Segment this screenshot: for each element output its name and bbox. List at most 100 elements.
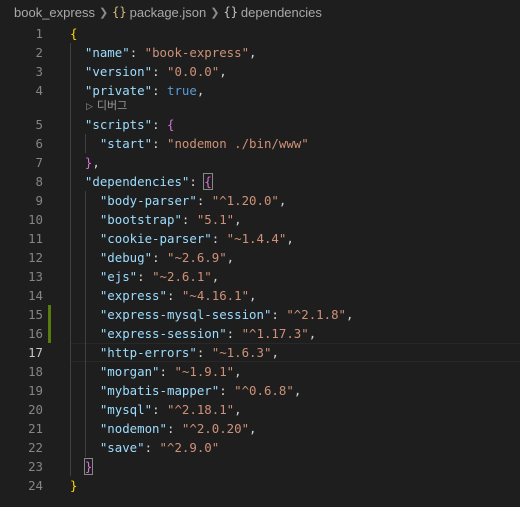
code-token: :	[152, 64, 167, 79]
code-token: "express"	[99, 288, 167, 303]
code-text: "morgan": "~1.9.1",	[70, 362, 242, 381]
code-line[interactable]: 10 "bootstrap": "5.1",	[0, 210, 520, 229]
code-token: :	[189, 174, 205, 189]
play-icon: ▷	[86, 101, 93, 111]
code-token: "book-express"	[144, 45, 250, 60]
code-token: "^2.9.0"	[159, 440, 220, 455]
breadcrumb: book_express ❯ {} package.json ❯ {} depe…	[0, 0, 520, 24]
code-text: "version": "0.0.0",	[70, 62, 227, 81]
code-text: "name": "book-express",	[70, 43, 257, 62]
line-number: 17	[28, 345, 43, 360]
code-token: "mybatis-mapper"	[99, 383, 220, 398]
code-token: "~4.16.1"	[181, 288, 250, 303]
code-token: "nodemon ./bin/www"	[166, 136, 309, 151]
code-line[interactable]: 11 "cookie-parser": "~1.4.4",	[0, 229, 520, 248]
code-text: "save": "^2.9.0"	[70, 438, 219, 457]
code-token: :	[181, 212, 197, 227]
code-token: ,	[92, 155, 100, 170]
code-line[interactable]: 23 }	[0, 457, 520, 476]
code-line[interactable]: 9 "body-parser": "^1.20.0",	[0, 191, 520, 210]
code-token: "version"	[84, 64, 153, 79]
line-number: 24	[28, 478, 43, 493]
line-number: 9	[35, 193, 43, 208]
code-token: {	[70, 26, 78, 41]
code-line[interactable]: 22 "save": "^2.9.0"	[0, 438, 520, 457]
code-line[interactable]: 18 "morgan": "~1.9.1",	[0, 362, 520, 381]
object-braces-icon: {}	[223, 5, 238, 19]
code-text: "express-session": "^1.17.3",	[70, 324, 316, 343]
line-number: 22	[28, 440, 43, 455]
code-token: "~2.6.9"	[166, 250, 227, 265]
code-line[interactable]: 19 "mybatis-mapper": "^0.6.8",	[0, 381, 520, 400]
code-token: {	[166, 117, 175, 132]
breadcrumb-file[interactable]: package.json	[130, 5, 207, 20]
json-braces-icon: {}	[112, 5, 127, 19]
code-token: "~1.6.3"	[211, 345, 272, 360]
line-number: 14	[28, 288, 43, 303]
code-token: :	[211, 231, 227, 246]
code-text: "private": true,	[70, 81, 204, 100]
code-line[interactable]: 6 "start": "nodemon ./bin/www"	[0, 134, 520, 153]
code-line[interactable]: 17 "http-errors": "~1.6.3",	[0, 343, 520, 362]
code-token: :	[152, 402, 167, 417]
code-line[interactable]: 14 "express": "~4.16.1",	[0, 286, 520, 305]
code-token: :	[219, 383, 235, 398]
code-line[interactable]: 12 "debug": "~2.6.9",	[0, 248, 520, 267]
code-line[interactable]: 24}	[0, 476, 520, 495]
code-token: ,	[293, 383, 302, 398]
code-token: "morgan"	[99, 364, 160, 379]
code-token: ,	[346, 307, 354, 322]
code-token: true	[166, 83, 197, 98]
line-number: 8	[35, 174, 43, 189]
breadcrumb-symbol[interactable]: dependencies	[241, 5, 322, 20]
line-number: 6	[35, 136, 43, 151]
code-text: "debug": "~2.6.9",	[70, 248, 234, 267]
code-line[interactable]: 20 "mysql": "^2.18.1",	[0, 400, 520, 419]
code-text: {	[70, 24, 77, 43]
code-line[interactable]: 7 },	[0, 153, 520, 172]
code-token: "private"	[84, 83, 153, 98]
code-token: :	[137, 269, 153, 284]
code-token: ,	[196, 83, 205, 98]
code-token: "express-session"	[99, 326, 227, 341]
code-line[interactable]: 2 "name": "book-express",	[0, 43, 520, 62]
line-number: 13	[28, 269, 43, 284]
code-token: "~1.9.1"	[174, 364, 235, 379]
line-number: 10	[28, 212, 43, 227]
code-token: ,	[234, 212, 242, 227]
code-text: }	[70, 457, 94, 476]
code-text: "dependencies": {	[70, 172, 213, 191]
breadcrumb-folder[interactable]: book_express	[14, 5, 95, 20]
code-token: :	[226, 326, 242, 341]
code-token: :	[196, 193, 212, 208]
code-token: :	[166, 288, 182, 303]
line-number: 7	[35, 155, 43, 170]
code-editor[interactable]: 1{2 "name": "book-express", 3 "version": …	[0, 24, 520, 507]
code-token: :	[271, 307, 287, 322]
code-token: }	[70, 478, 78, 493]
code-token: ,	[234, 364, 242, 379]
code-text: "cookie-parser": "~1.4.4",	[70, 229, 294, 248]
code-token: :	[159, 364, 175, 379]
code-token: ,	[286, 231, 294, 246]
code-line[interactable]: 8 "dependencies": {	[0, 172, 520, 191]
code-line[interactable]: 16 "express-session": "^1.17.3",	[0, 324, 520, 343]
code-line[interactable]: 21 "nodemon": "^2.0.20",	[0, 419, 520, 438]
line-number: 1	[35, 26, 43, 41]
code-token: "~1.4.4"	[226, 231, 287, 246]
code-line[interactable]: 15 "express-mysql-session": "^2.1.8",	[0, 305, 520, 324]
debug-codelens[interactable]: ▷ 디버그	[86, 99, 127, 113]
code-token: "debug"	[99, 250, 153, 265]
code-text: "scripts": {	[70, 115, 175, 134]
code-line[interactable]: 4 "private": true,	[0, 81, 520, 100]
code-token: "mysql"	[99, 402, 153, 417]
code-token: "name"	[84, 45, 130, 60]
code-line[interactable]: 5 "scripts": {	[0, 115, 520, 134]
code-line[interactable]: 1{	[0, 24, 520, 43]
line-number: 21	[28, 421, 43, 436]
line-number: 11	[28, 231, 43, 246]
code-line[interactable]: 13 "ejs": "~2.6.1",	[0, 267, 520, 286]
code-line[interactable]: 3 "version": "0.0.0",	[0, 62, 520, 81]
